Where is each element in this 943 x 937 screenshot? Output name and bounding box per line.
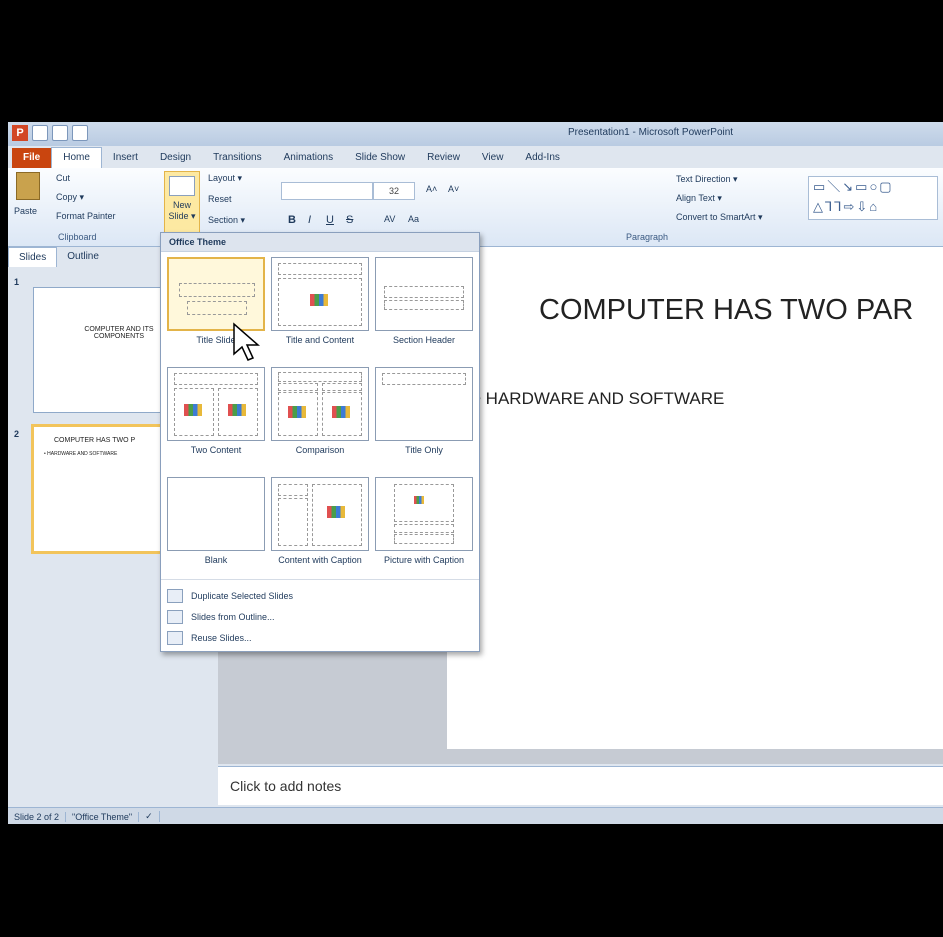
theme-name[interactable]: "Office Theme" xyxy=(66,811,140,822)
reuse-slides-icon xyxy=(167,631,183,645)
shrink-font-button[interactable]: A˅ xyxy=(448,184,459,194)
tab-file[interactable]: File xyxy=(12,148,52,168)
notes-pane[interactable]: Click to add notes xyxy=(218,766,943,805)
layout-preview xyxy=(375,477,473,551)
tab-home[interactable]: Home xyxy=(51,147,102,168)
ribbon-tabs: File Home Insert Design Transitions Anim… xyxy=(8,146,943,168)
reset-button[interactable]: Reset xyxy=(208,194,232,204)
menu-label: Reuse Slides... xyxy=(191,633,252,643)
duplicate-slides-icon xyxy=(167,589,183,603)
layout-blank[interactable]: Blank xyxy=(167,477,265,566)
format-painter-button[interactable]: Format Painter xyxy=(56,211,116,221)
status-bar: Slide 2 of 2 "Office Theme" ✓ xyxy=(8,807,943,824)
tab-slides[interactable]: Slides xyxy=(8,247,58,267)
paragraph-group-label: Paragraph xyxy=(626,232,669,242)
font-name-field[interactable] xyxy=(281,182,373,200)
layout-preview xyxy=(375,257,473,331)
layout-preview xyxy=(271,477,369,551)
menu-label: Slides from Outline... xyxy=(191,612,275,622)
title-bar: P Presentation1 - Microsoft PowerPoint xyxy=(8,122,943,146)
thumbnail-number: 2 xyxy=(14,429,20,439)
slide-counter: Slide 2 of 2 xyxy=(8,811,67,822)
layout-label: Title and Content xyxy=(285,335,355,345)
dropdown-header: Office Theme xyxy=(161,233,479,252)
layout-preview xyxy=(167,257,265,331)
layout-label: Title Only xyxy=(405,445,443,455)
layout-label: Comparison xyxy=(295,445,345,455)
powerpoint-icon[interactable]: P xyxy=(12,125,28,141)
shapes-gallery[interactable]: ▭＼↘▭○▢ △⅂⅂⇨⇩⌂ xyxy=(808,176,938,220)
quick-access-toolbar: P xyxy=(12,125,88,141)
tab-review[interactable]: Review xyxy=(416,148,471,168)
char-spacing-button[interactable]: AV xyxy=(384,214,395,224)
outline-icon xyxy=(167,610,183,624)
notes-placeholder: Click to add notes xyxy=(230,778,342,794)
layout-label: Content with Caption xyxy=(278,555,362,565)
layout-label: Section Header xyxy=(392,335,456,345)
grow-font-button[interactable]: A˄ xyxy=(426,184,437,194)
convert-smartart-button[interactable]: Convert to SmartArt ▾ xyxy=(676,212,763,223)
layout-comparison[interactable]: Comparison xyxy=(271,367,369,456)
save-icon[interactable] xyxy=(32,125,48,141)
paste-icon[interactable] xyxy=(16,172,40,200)
reuse-slides-item[interactable]: Reuse Slides... xyxy=(167,631,252,645)
paste-button[interactable]: Paste xyxy=(14,206,37,216)
italic-button[interactable]: I xyxy=(308,214,311,226)
bold-button[interactable]: B xyxy=(288,214,296,226)
tab-outline[interactable]: Outline xyxy=(57,247,109,267)
new-slide-button[interactable]: New Slide ▾ xyxy=(164,171,200,235)
cut-button[interactable]: Cut xyxy=(56,173,70,183)
undo-icon[interactable] xyxy=(52,125,68,141)
tab-slide-show[interactable]: Slide Show xyxy=(344,148,416,168)
redo-icon[interactable] xyxy=(72,125,88,141)
duplicate-selected-slides-item[interactable]: Duplicate Selected Slides xyxy=(167,589,293,603)
layout-section-header[interactable]: Section Header xyxy=(375,257,473,346)
new-slide-label: New Slide ▾ xyxy=(168,200,196,221)
new-slide-icon xyxy=(169,176,195,196)
tab-add-ins[interactable]: Add-Ins xyxy=(514,148,570,168)
tab-animations[interactable]: Animations xyxy=(273,148,344,168)
layout-picture-with-caption[interactable]: Picture with Caption xyxy=(375,477,473,566)
section-button[interactable]: Section ▾ xyxy=(208,215,245,226)
thumbnail-number: 1 xyxy=(14,277,20,287)
layout-two-content[interactable]: Two Content xyxy=(167,367,265,456)
new-slide-dropdown: Office Theme Title Slide Title and Conte… xyxy=(160,232,480,652)
underline-button[interactable]: U xyxy=(326,214,334,226)
layout-preview xyxy=(167,367,265,441)
thumbnail-title: COMPUTER AND ITS COMPONENTS xyxy=(84,326,154,340)
font-size-field[interactable]: 32 xyxy=(373,182,415,200)
layout-preview xyxy=(271,257,369,331)
layout-preview xyxy=(375,367,473,441)
strikethrough-button[interactable]: S xyxy=(346,214,353,226)
layout-preview xyxy=(271,367,369,441)
current-slide[interactable]: COMPUTER HAS TWO PAR • HARDWARE AND SOFT… xyxy=(447,247,943,749)
layout-title-and-content[interactable]: Title and Content xyxy=(271,257,369,346)
slides-from-outline-item[interactable]: Slides from Outline... xyxy=(167,610,275,624)
tab-design[interactable]: Design xyxy=(149,148,202,168)
layout-label: Two Content xyxy=(190,445,242,455)
text-direction-button[interactable]: Text Direction ▾ xyxy=(676,174,738,185)
slide-bullet[interactable]: • HARDWARE AND SOFTWARE xyxy=(475,389,724,409)
dropdown-separator xyxy=(161,579,479,580)
spell-check-icon[interactable]: ✓ xyxy=(139,811,160,822)
layout-content-with-caption[interactable]: Content with Caption xyxy=(271,477,369,566)
copy-button[interactable]: Copy ▾ xyxy=(56,192,84,203)
align-text-button[interactable]: Align Text ▾ xyxy=(676,193,722,204)
window-title: Presentation1 - Microsoft PowerPoint xyxy=(568,127,734,138)
tab-view[interactable]: View xyxy=(471,148,515,168)
layout-title-only[interactable]: Title Only xyxy=(375,367,473,456)
tab-transitions[interactable]: Transitions xyxy=(202,148,273,168)
slide-title[interactable]: COMPUTER HAS TWO PAR xyxy=(539,294,913,327)
clipboard-group-label: Clipboard xyxy=(58,232,97,242)
layout-preview xyxy=(167,477,265,551)
layout-button[interactable]: Layout ▾ xyxy=(208,173,242,184)
mouse-cursor-icon xyxy=(233,322,260,361)
layout-label: Blank xyxy=(204,555,228,565)
menu-label: Duplicate Selected Slides xyxy=(191,591,294,601)
change-case-button[interactable]: Aa xyxy=(408,214,419,224)
tab-insert[interactable]: Insert xyxy=(102,148,149,168)
layout-label: Picture with Caption xyxy=(383,555,465,565)
